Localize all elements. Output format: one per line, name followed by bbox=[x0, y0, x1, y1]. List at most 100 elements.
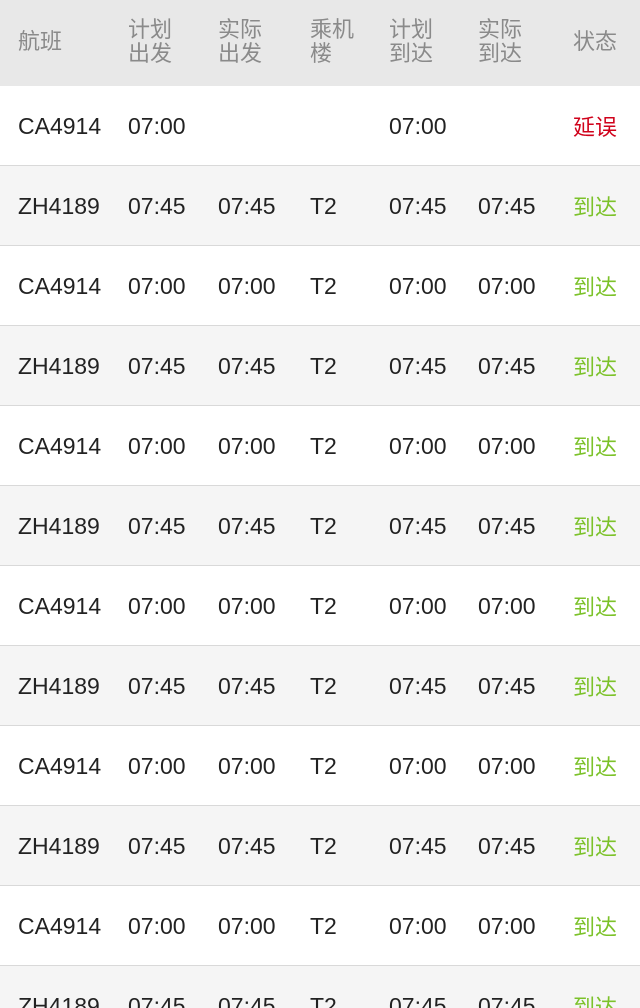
terminal: T2 bbox=[310, 832, 337, 859]
scheduled-arrival: 07:45 bbox=[389, 992, 447, 1008]
actual-arrival: 07:45 bbox=[478, 192, 536, 219]
actual-arrival: 07:45 bbox=[478, 672, 536, 699]
status-badge: 到达 bbox=[573, 836, 618, 861]
header-terminal: 乘机 楼 bbox=[310, 18, 355, 67]
header-scheduled-arrival: 计划 到达 bbox=[389, 18, 434, 67]
terminal: T2 bbox=[310, 992, 337, 1008]
actual-departure: 07:45 bbox=[218, 992, 276, 1008]
flight-number: CA4914 bbox=[18, 592, 102, 619]
scheduled-departure: 07:00 bbox=[128, 272, 186, 299]
terminal: T2 bbox=[310, 912, 337, 939]
table-row[interactable]: CA4914 07:00 07:00 延误 bbox=[0, 86, 640, 166]
terminal: T2 bbox=[310, 272, 337, 299]
table-row[interactable]: ZH4189 07:45 07:45 T2 07:45 07:45 到达 bbox=[0, 646, 640, 726]
actual-departure: 07:45 bbox=[218, 512, 276, 539]
terminal: T2 bbox=[310, 432, 337, 459]
table-row[interactable]: ZH4189 07:45 07:45 T2 07:45 07:45 到达 bbox=[0, 486, 640, 566]
scheduled-departure: 07:00 bbox=[128, 432, 186, 459]
table-row[interactable]: CA4914 07:00 07:00 T2 07:00 07:00 到达 bbox=[0, 246, 640, 326]
header-actual-departure: 实际 出发 bbox=[218, 18, 263, 67]
flight-number: ZH4189 bbox=[18, 992, 100, 1008]
table-header: 航班 计划 出发 实际 出发 乘机 楼 计划 到达 实际 到达 状态 bbox=[0, 0, 640, 86]
scheduled-arrival: 07:45 bbox=[389, 832, 447, 859]
table-row[interactable]: ZH4189 07:45 07:45 T2 07:45 07:45 到达 bbox=[0, 966, 640, 1008]
terminal: T2 bbox=[310, 672, 337, 699]
flight-number: CA4914 bbox=[18, 112, 102, 139]
scheduled-arrival: 07:00 bbox=[389, 272, 447, 299]
scheduled-departure: 07:45 bbox=[128, 512, 186, 539]
status-badge: 到达 bbox=[573, 356, 618, 381]
flight-number: CA4914 bbox=[18, 912, 102, 939]
status-badge: 到达 bbox=[573, 916, 618, 941]
flight-number: ZH4189 bbox=[18, 832, 100, 859]
header-actual-arrival: 实际 到达 bbox=[478, 18, 523, 67]
flight-number: CA4914 bbox=[18, 432, 102, 459]
actual-arrival: 07:00 bbox=[478, 272, 536, 299]
flight-number: ZH4189 bbox=[18, 512, 100, 539]
actual-departure: 07:00 bbox=[218, 752, 276, 779]
terminal: T2 bbox=[310, 192, 337, 219]
actual-departure: 07:45 bbox=[218, 352, 276, 379]
table-row[interactable]: ZH4189 07:45 07:45 T2 07:45 07:45 到达 bbox=[0, 166, 640, 246]
actual-arrival: 07:45 bbox=[478, 832, 536, 859]
scheduled-arrival: 07:00 bbox=[389, 112, 447, 139]
flight-number: ZH4189 bbox=[18, 672, 100, 699]
scheduled-departure: 07:45 bbox=[128, 192, 186, 219]
table-row[interactable]: CA4914 07:00 07:00 T2 07:00 07:00 到达 bbox=[0, 566, 640, 646]
flight-board: 航班 计划 出发 实际 出发 乘机 楼 计划 到达 实际 到达 状态 CA491… bbox=[0, 0, 640, 1008]
terminal: T2 bbox=[310, 352, 337, 379]
scheduled-arrival: 07:00 bbox=[389, 912, 447, 939]
scheduled-departure: 07:45 bbox=[128, 992, 186, 1008]
status-badge: 到达 bbox=[573, 276, 618, 301]
flight-number: CA4914 bbox=[18, 272, 102, 299]
terminal: T2 bbox=[310, 592, 337, 619]
table-row[interactable]: CA4914 07:00 07:00 T2 07:00 07:00 到达 bbox=[0, 886, 640, 966]
terminal: T2 bbox=[310, 512, 337, 539]
flight-number: CA4914 bbox=[18, 752, 102, 779]
scheduled-departure: 07:45 bbox=[128, 832, 186, 859]
status-badge: 到达 bbox=[573, 596, 618, 621]
table-row[interactable]: ZH4189 07:45 07:45 T2 07:45 07:45 到达 bbox=[0, 806, 640, 886]
table-row[interactable]: ZH4189 07:45 07:45 T2 07:45 07:45 到达 bbox=[0, 326, 640, 406]
actual-departure: 07:00 bbox=[218, 592, 276, 619]
header-status: 状态 bbox=[573, 30, 618, 55]
status-badge: 到达 bbox=[573, 676, 618, 701]
status-badge: 到达 bbox=[573, 516, 618, 541]
actual-departure: 07:00 bbox=[218, 432, 276, 459]
status-badge: 到达 bbox=[573, 756, 618, 781]
actual-arrival: 07:00 bbox=[478, 752, 536, 779]
flight-number: ZH4189 bbox=[18, 192, 100, 219]
scheduled-arrival: 07:45 bbox=[389, 672, 447, 699]
scheduled-departure: 07:45 bbox=[128, 352, 186, 379]
actual-arrival: 07:45 bbox=[478, 352, 536, 379]
status-badge: 到达 bbox=[573, 196, 618, 221]
scheduled-departure: 07:45 bbox=[128, 672, 186, 699]
scheduled-departure: 07:00 bbox=[128, 112, 186, 139]
status-badge: 到达 bbox=[573, 966, 617, 1008]
table-row[interactable]: CA4914 07:00 07:00 T2 07:00 07:00 到达 bbox=[0, 726, 640, 806]
actual-arrival: 07:00 bbox=[478, 912, 536, 939]
scheduled-arrival: 07:45 bbox=[389, 192, 447, 219]
header-scheduled-departure: 计划 出发 bbox=[128, 18, 173, 67]
table-row[interactable]: CA4914 07:00 07:00 T2 07:00 07:00 到达 bbox=[0, 406, 640, 486]
actual-arrival: 07:00 bbox=[478, 592, 536, 619]
actual-arrival: 07:45 bbox=[478, 512, 536, 539]
scheduled-arrival: 07:00 bbox=[389, 752, 447, 779]
status-badge: 到达 bbox=[573, 436, 618, 461]
actual-departure: 07:45 bbox=[218, 672, 276, 699]
actual-departure: 07:45 bbox=[218, 192, 276, 219]
actual-arrival: 07:00 bbox=[478, 432, 536, 459]
scheduled-departure: 07:00 bbox=[128, 912, 186, 939]
actual-departure: 07:00 bbox=[218, 272, 276, 299]
scheduled-arrival: 07:00 bbox=[389, 592, 447, 619]
scheduled-arrival: 07:00 bbox=[389, 432, 447, 459]
table-body: CA4914 07:00 07:00 延误 ZH4189 07:45 07:45 T2 07:4… bbox=[0, 86, 640, 1008]
actual-departure: 07:00 bbox=[218, 912, 276, 939]
scheduled-departure: 07:00 bbox=[128, 592, 186, 619]
status-badge: 延误 bbox=[573, 116, 618, 141]
header-flight: 航班 bbox=[18, 30, 63, 55]
terminal: T2 bbox=[310, 752, 337, 779]
scheduled-arrival: 07:45 bbox=[389, 352, 447, 379]
actual-arrival: 07:45 bbox=[478, 992, 536, 1008]
scheduled-arrival: 07:45 bbox=[389, 512, 447, 539]
